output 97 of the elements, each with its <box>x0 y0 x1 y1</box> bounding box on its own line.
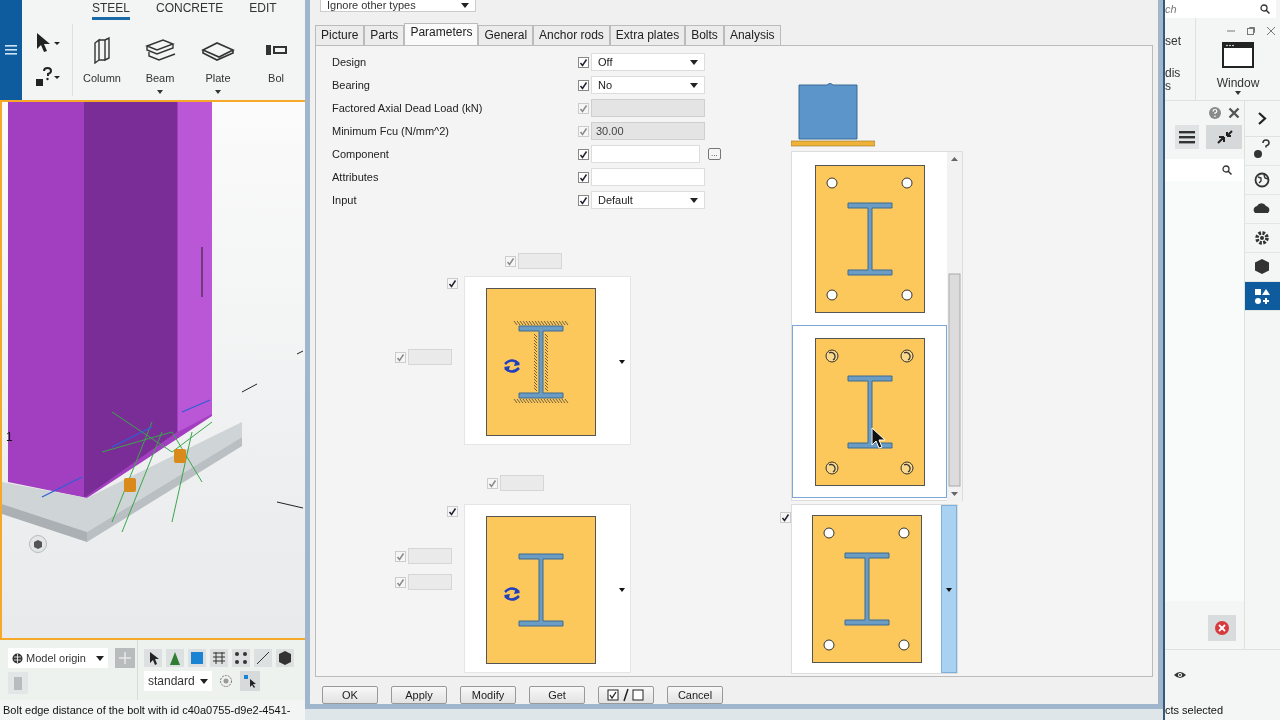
ribbon-tool-button[interactable]: Beam <box>131 28 189 92</box>
bolt-icon <box>265 44 287 56</box>
ribbon-tab[interactable]: CONCRETE <box>156 1 224 20</box>
window-button[interactable]: Window <box>1216 41 1260 95</box>
picture-select[interactable] <box>791 504 958 674</box>
caret-icon <box>690 59 698 65</box>
menu-icon[interactable] <box>1175 124 1199 149</box>
caret-icon <box>96 655 104 661</box>
tab[interactable]: General <box>478 25 534 45</box>
parameter-label: Bearing <box>332 79 371 91</box>
ribbon-tab[interactable]: EDIT <box>249 1 277 20</box>
grid-icon[interactable] <box>210 649 228 667</box>
pointer-icon[interactable] <box>144 649 162 667</box>
parameter-label: Input <box>332 194 358 206</box>
tab[interactable]: Bolts <box>685 25 724 45</box>
origin-dropdown[interactable]: Model origin <box>8 648 108 668</box>
cone-icon[interactable] <box>166 649 184 667</box>
square-icon[interactable] <box>188 649 206 667</box>
axis-label: 1 <box>6 430 13 444</box>
dropdown[interactable]: Off <box>591 53 705 71</box>
collapse-icon[interactable] <box>1206 124 1242 149</box>
tab[interactable]: Parameters <box>404 23 479 45</box>
dialog-button[interactable]: Cancel <box>667 686 723 704</box>
check-toggle-icon <box>606 688 646 702</box>
search-icon <box>1222 164 1232 175</box>
caret-icon <box>200 678 208 684</box>
checkbox[interactable] <box>578 79 589 91</box>
eye-icon[interactable] <box>1173 670 1187 681</box>
parameter-label: Minimum Fcu (N/mm^2) <box>332 125 450 137</box>
menu-icon[interactable] <box>5 45 17 55</box>
ribbon-label: set <box>1165 33 1181 48</box>
parameter-label: Component <box>332 148 390 160</box>
checkbox[interactable] <box>447 506 458 517</box>
caret-icon <box>1235 90 1241 95</box>
checkbox[interactable] <box>780 512 791 523</box>
search-icon <box>1260 3 1270 14</box>
ribbon-tab[interactable]: STEEL <box>92 1 130 20</box>
ribbon-tool-button[interactable]: Column <box>73 28 131 92</box>
checkbox[interactable] <box>447 278 458 289</box>
close-icon[interactable] <box>1228 106 1240 119</box>
filter-dropdown[interactable]: Ignore other types <box>320 0 476 12</box>
tab[interactable]: Extra plates <box>609 25 686 45</box>
dialog-button[interactable]: OK <box>322 686 378 704</box>
picture-select[interactable] <box>464 504 631 673</box>
tab[interactable]: Anchor rods <box>533 25 610 45</box>
dots-icon[interactable] <box>232 649 250 667</box>
parameter-label: Design <box>332 56 368 68</box>
tab[interactable]: Parts <box>364 25 405 45</box>
checkbox[interactable] <box>578 194 589 206</box>
dropdown[interactable]: No <box>591 76 705 94</box>
caret-icon <box>461 2 469 8</box>
dialog-button[interactable]: Get <box>529 686 585 704</box>
beam-icon <box>143 38 177 62</box>
checkbox[interactable] <box>578 148 589 160</box>
ribbon-tool-button[interactable]: Bol <box>247 28 305 92</box>
scrollbar[interactable] <box>947 152 962 502</box>
caret-icon <box>619 588 625 592</box>
caret-icon <box>619 360 625 364</box>
search-field[interactable] <box>1165 158 1244 181</box>
checkbox[interactable] <box>578 171 589 183</box>
parameter-label: Factored Axial Dead Load (kN) <box>332 102 484 114</box>
pick-point-icon[interactable] <box>240 671 260 691</box>
line-icon[interactable] <box>254 649 272 667</box>
view-cube-icon[interactable] <box>29 535 47 553</box>
error-icon[interactable] <box>1208 614 1236 641</box>
caret-icon <box>690 82 698 88</box>
cube-icon[interactable] <box>276 649 294 667</box>
side-tab[interactable] <box>1245 281 1280 311</box>
search-field[interactable]: ch <box>1165 0 1276 18</box>
input-field[interactable] <box>591 168 705 186</box>
plate-list[interactable] <box>791 151 963 501</box>
dialog-button[interactable]: Apply <box>391 686 447 704</box>
caret-icon <box>946 588 952 592</box>
globe-icon <box>12 652 23 664</box>
ribbon-label: s <box>1165 78 1171 93</box>
picture-select[interactable] <box>464 276 631 445</box>
input-field[interactable] <box>591 145 700 163</box>
tab[interactable]: Picture <box>315 25 365 45</box>
column-icon <box>93 36 111 64</box>
toggle-all-button[interactable] <box>598 686 654 704</box>
parameter-label: Attributes <box>332 171 380 183</box>
help-icon[interactable] <box>33 67 61 89</box>
close-icon[interactable] <box>1266 25 1276 36</box>
browse-button[interactable]: ... <box>707 148 721 160</box>
ribbon-label: dis <box>1165 65 1181 80</box>
checkbox[interactable] <box>578 56 589 68</box>
ribbon-tool-button[interactable]: Plate <box>189 28 247 92</box>
window-icon <box>1222 41 1254 68</box>
plate-option[interactable] <box>792 325 947 498</box>
dropdown[interactable]: Default <box>591 191 705 209</box>
dialog-button[interactable]: Modify <box>460 686 516 704</box>
pointer-cursor-icon <box>871 427 885 449</box>
tab[interactable]: Analysis <box>723 25 781 45</box>
view-dropdown[interactable]: standard <box>144 671 212 691</box>
restore-icon[interactable] <box>1246 25 1256 36</box>
caret-icon <box>690 197 698 203</box>
status-text: cts selected <box>1165 703 1225 718</box>
